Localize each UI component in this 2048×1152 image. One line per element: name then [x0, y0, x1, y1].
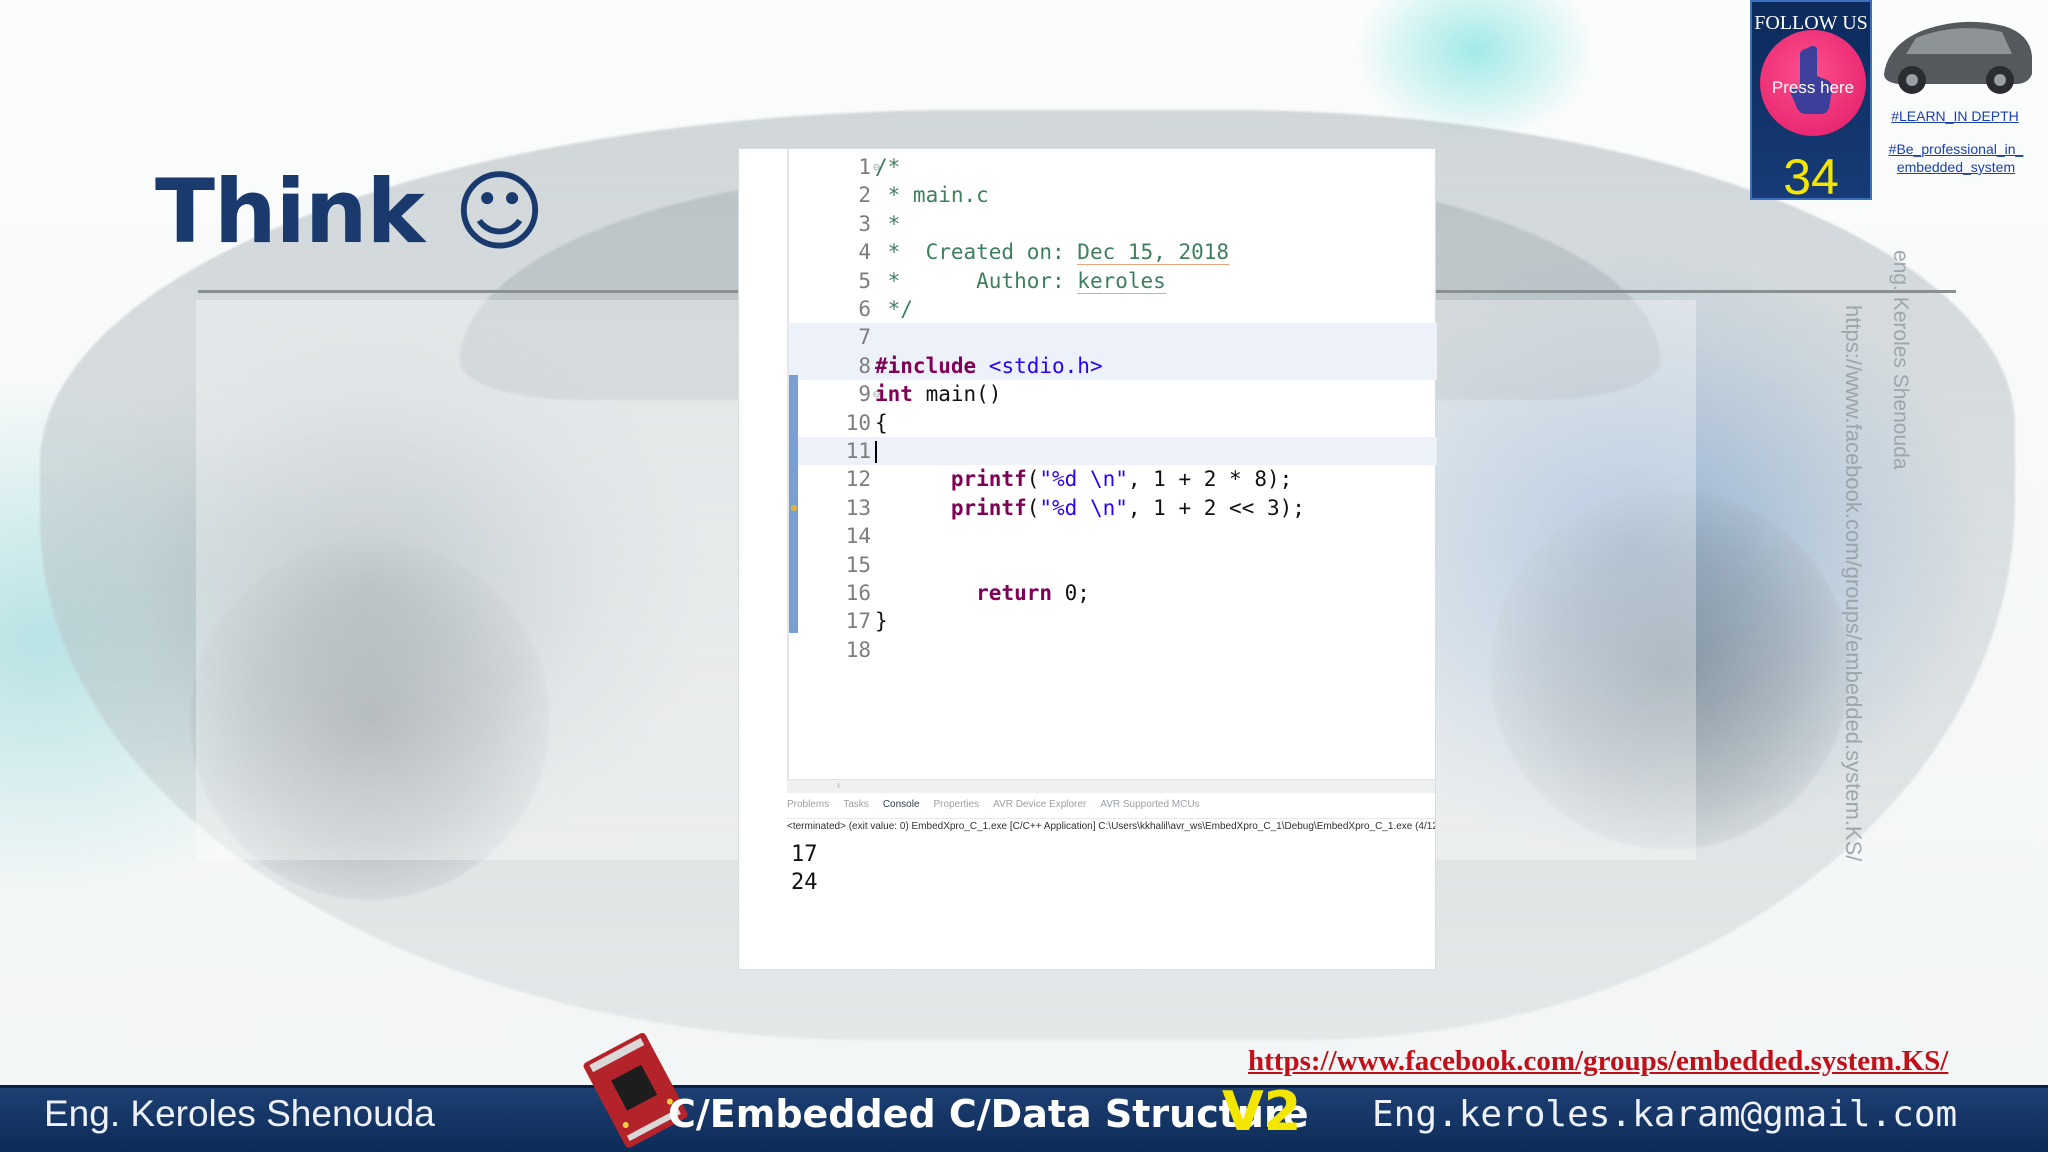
- press-here-label: Press here: [1771, 78, 1855, 97]
- code-line[interactable]: 3 *: [789, 210, 1437, 238]
- fold-toggle-icon[interactable]: ⊖: [873, 153, 881, 181]
- slide-title: Think ☺: [155, 160, 545, 263]
- line-number: 8: [858, 353, 871, 378]
- console-tab[interactable]: Problems: [787, 799, 829, 810]
- line-number: 4: [858, 240, 871, 265]
- code-line[interactable]: 12 printf("%d \n", 1 + 2 * 8);: [789, 465, 1437, 493]
- code-line[interactable]: 11: [789, 437, 1437, 466]
- code-line[interactable]: 2 * main.c: [789, 181, 1437, 209]
- footer-email: Eng.keroles.karam@gmail.com: [1372, 1094, 1958, 1135]
- vertical-author-watermark: eng. Keroles Shenouda: [1889, 250, 1912, 470]
- line-number: 16: [845, 581, 871, 605]
- car-engine-thumbnail: [1884, 21, 2032, 94]
- code-line[interactable]: 4 * Created on: Dec 15, 2018: [789, 238, 1437, 266]
- code-line[interactable]: 1/* ⊖: [789, 153, 1437, 181]
- comment-text: * Created on:: [875, 240, 1078, 265]
- text-cursor: [875, 441, 877, 463]
- comment-text: * Author:: [875, 268, 1078, 293]
- code-line[interactable]: 8 #include <stdio.h>: [789, 351, 1437, 381]
- code-text: <stdio.h>: [976, 353, 1103, 378]
- footer-version: V2: [1222, 1080, 1302, 1143]
- line-number: 18: [845, 637, 871, 662]
- console-tab[interactable]: AVR Device Explorer: [993, 799, 1086, 810]
- line-number: 9: [858, 382, 871, 407]
- line-number: 7: [858, 325, 871, 350]
- line-number: 2: [858, 183, 871, 208]
- keyword: return: [976, 581, 1053, 605]
- code-text: {: [875, 410, 888, 435]
- code-text: *: [875, 211, 901, 236]
- line-number: 10: [845, 410, 871, 435]
- facebook-group-link[interactable]: https://www.facebook.com/groups/embedded…: [1248, 1045, 1948, 1078]
- line-number: 11: [845, 439, 871, 463]
- console-tab-bar: Problems Tasks Console Properties AVR Device…: [787, 799, 1435, 819]
- code-line[interactable]: 5 * Author: keroles: [789, 267, 1437, 295]
- console-tab[interactable]: Properties: [934, 799, 980, 810]
- scroll-left-icon[interactable]: ‹: [837, 780, 840, 791]
- line-number: 12: [845, 467, 871, 492]
- code-text: main(): [912, 382, 1002, 407]
- code-line[interactable]: 18: [789, 636, 1437, 664]
- line-number: 1: [858, 155, 871, 179]
- footer-course-title: C/Embedded C/Data Structure: [668, 1092, 1309, 1136]
- console-output: 17 24: [791, 841, 818, 898]
- console-output-line: 17: [791, 842, 818, 867]
- follow-us-badge[interactable]: FOLLOW US Press here 34: [1750, 0, 1872, 205]
- warning-marker-icon[interactable]: [791, 504, 797, 511]
- code-text: * main.c: [875, 183, 989, 208]
- code-text: , 1 + 2 * 8);: [1127, 467, 1293, 492]
- code-text: 0;: [1052, 581, 1090, 605]
- page-number: 34: [1783, 149, 1839, 205]
- press-here-button[interactable]: Press here: [1760, 30, 1866, 136]
- line-number: 14: [845, 524, 871, 549]
- comment-value: Dec 15, 2018: [1077, 240, 1230, 266]
- line-number: 6: [858, 297, 871, 321]
- code-area: 1/* ⊖ 2 * main.c 3 * 4 * Created on: Dec 15,…: [787, 149, 1437, 781]
- line-number: 5: [858, 268, 871, 293]
- code-line[interactable]: 17}: [789, 607, 1437, 635]
- code-line[interactable]: 10{: [789, 409, 1437, 437]
- fold-toggle-icon[interactable]: ⊖: [873, 380, 881, 408]
- keyword: #include: [875, 353, 977, 378]
- console-output-line: 24: [791, 870, 818, 896]
- line-number: 17: [845, 609, 871, 634]
- footer-author: Eng. Keroles Shenouda: [44, 1093, 435, 1134]
- code-line[interactable]: 14: [789, 522, 1437, 550]
- code-line[interactable]: 13 printf("%d \n", 1 + 2 << 3);: [789, 494, 1437, 522]
- code-line[interactable]: 6 */: [789, 295, 1437, 323]
- code-text: */: [875, 297, 913, 321]
- code-editor: 1/* ⊖ 2 * main.c 3 * 4 * Created on: Dec 15,…: [738, 148, 1437, 970]
- vertical-url-watermark: https://www.facebook.com/groups/embedded…: [1841, 305, 1866, 862]
- line-number: 3: [858, 211, 871, 236]
- function-name: printf: [950, 495, 1027, 520]
- title-divider-left: [198, 290, 740, 293]
- console-status: <terminated> (exit value: 0) EmbedXpro_C…: [787, 821, 1435, 832]
- string-literal: "%d \n": [1039, 467, 1128, 492]
- code-line[interactable]: 15: [789, 551, 1437, 579]
- code-text: , 1 + 2 << 3);: [1127, 495, 1305, 520]
- console-tab[interactable]: Tasks: [843, 799, 869, 810]
- code-line[interactable]: 7: [789, 323, 1437, 352]
- comment-value: keroles: [1077, 268, 1166, 294]
- hashtag-learn-in-depth[interactable]: #LEARN_IN DEPTH: [1880, 108, 2030, 124]
- code-line[interactable]: 16 return 0;: [789, 579, 1437, 607]
- function-name: printf: [950, 467, 1027, 492]
- horizontal-scrollbar[interactable]: ‹: [787, 779, 1435, 793]
- code-punct: (: [1026, 495, 1040, 520]
- code-line[interactable]: 9 int main() ⊖: [789, 380, 1437, 408]
- console-tab[interactable]: AVR Supported MCUs: [1100, 799, 1199, 810]
- line-number: 15: [845, 552, 871, 577]
- hashtag-be-professional[interactable]: #Be_professional_in_ embedded_system: [1876, 140, 2036, 176]
- title-divider-right: [1436, 290, 1956, 293]
- console-tab[interactable]: Console: [883, 799, 920, 810]
- string-literal: "%d \n": [1039, 495, 1128, 520]
- code-punct: (: [1026, 467, 1040, 492]
- code-text: }: [875, 609, 888, 634]
- line-number: 13: [845, 495, 871, 520]
